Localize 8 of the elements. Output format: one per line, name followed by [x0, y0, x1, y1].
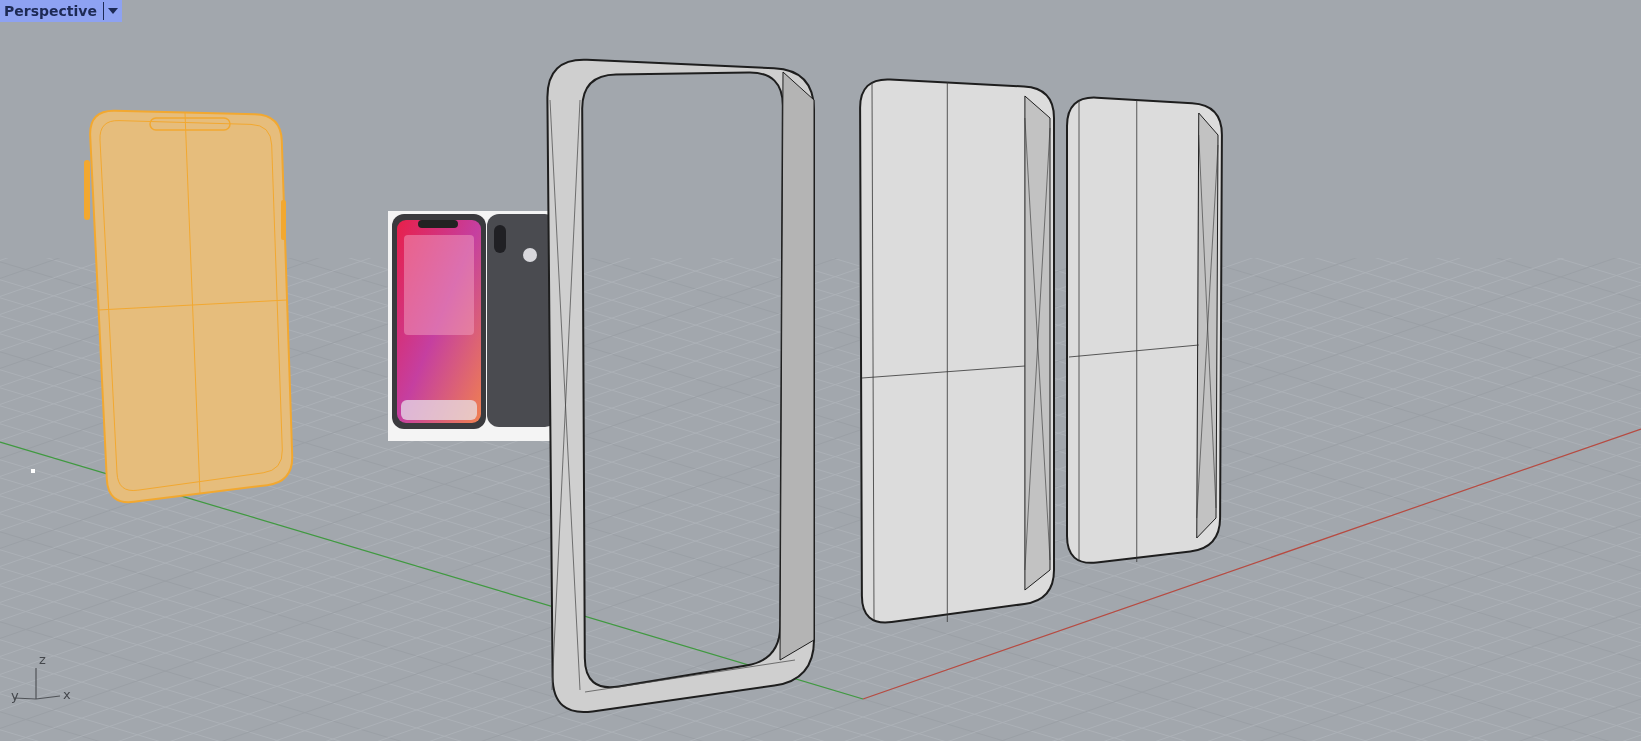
solid-model-drawing[interactable]: [859, 78, 1055, 624]
axis-label: y: [11, 688, 19, 703]
caret-icon: [107, 8, 118, 14]
axis-label: z: [39, 652, 46, 667]
solid-model-drawing[interactable]: [1066, 96, 1223, 564]
axis-label: x: [63, 687, 71, 702]
frame-model-drawing[interactable]: [546, 58, 815, 713]
point-marker: [31, 469, 35, 473]
